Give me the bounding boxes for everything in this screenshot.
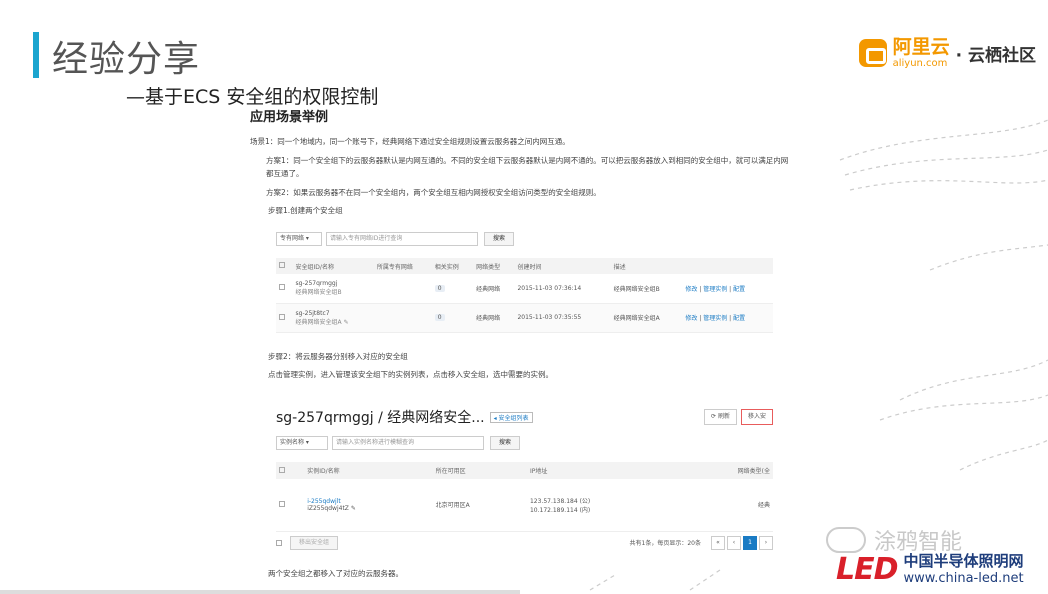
table-header-row: 安全组ID/名称 所属专有网络 相关实例 网络类型 创建时间 描述 [276,258,773,274]
col-header: IP地址 [526,462,683,479]
china-led-brand: LED 中国半导体照明网 www.china-led.net [836,552,1024,587]
pagination: « ‹ 1 › [709,535,773,550]
col-header: 网络类型 [473,258,515,274]
panel-title: sg-257qrmggj / 经典网络安全... [276,410,485,426]
logo-en: aliyun.com [892,57,948,69]
network-type-select[interactable]: 专有网络 ▾ [276,232,322,246]
edit-link[interactable]: 修改 [685,315,697,322]
section-title: 应用场景举例 [250,110,329,125]
brand-url: www.china-led.net [903,571,1024,586]
sg-id: sg-257qrmggj [295,280,338,288]
instance-id-link[interactable]: i-255qdwjlt [307,498,429,505]
next-page-button[interactable]: › [759,535,773,550]
security-group-table: 安全组ID/名称 所属专有网络 相关实例 网络类型 创建时间 描述 sg-257… [276,258,773,333]
search-button[interactable]: 搜索 [484,232,515,246]
col-header: 描述 [610,258,683,274]
back-to-list-button[interactable]: ◂ 安全组列表 [489,411,533,423]
created-time: 2015-11-03 07:36:14 [514,274,611,304]
select-all-checkbox[interactable] [279,262,285,268]
col-header: 实例ID/名称 [304,462,433,479]
aliyun-logo-icon [858,39,887,67]
instance-count: 0 [434,284,445,292]
description: 经典网络安全组A [610,303,683,333]
public-ip: 123.57.138.184 (公) [529,497,591,505]
instance-table: 实例ID/名称 所在可用区 IP地址 网络类型(全 i-255qdwjlt iZ2… [276,462,773,532]
content-area: 应用场景举例 场景1：同一个地域内，同一个账号下，经典网络下通过安全组规则设置云… [250,106,790,216]
description: 经典网络安全组B [610,274,683,304]
slide: 经验分享 —基于ECS 安全组的权限控制 阿里云 aliyun.com · 云栖… [0,0,1048,594]
led-logo: LED [836,552,899,587]
created-time: 2015-11-03 07:35:55 [514,303,611,333]
move-in-button[interactable]: 移入安 [740,409,773,425]
zone: 北京可用区A [432,479,527,532]
slide-subtitle: —基于ECS 安全组的权限控制 [126,86,379,108]
wechat-icon [826,527,866,553]
brand-cn: 中国半导体照明网 [903,552,1024,570]
aliyun-logo: 阿里云 aliyun.com · 云栖社区 [858,35,1036,70]
col-header: 创建时间 [514,258,611,274]
prev-page-button[interactable]: ‹ [727,535,741,550]
step1-text: 步骤1.创建两个安全组 [268,206,343,215]
security-group-list-panel: 专有网络 ▾ 请输入专有网络ID进行查询 搜索 安全组ID/名称 所属专有网络 … [276,230,773,336]
plan2-text: 方案2：如果云服务器不在同一个安全组内，两个安全组互相内网授权安全组访问类型的安… [266,188,601,197]
step2-text: 步骤2：将云服务器分别移入对应的安全组 [268,352,408,361]
instance-search-input[interactable]: 请输入实例名称进行模糊查询 [332,436,484,450]
network-type: 经典网络 [473,274,515,304]
configure-rules-link[interactable]: 配置 [733,286,745,293]
manage-instances-link[interactable]: 管理实例 [703,286,727,293]
step2-desc: 点击管理实例，进入管理该安全组下的实例列表，点击移入安全组，选中需要的实例。 [268,370,553,379]
col-header: 相关实例 [431,258,474,274]
page-1-button[interactable]: 1 [743,535,757,550]
configure-rules-link[interactable]: 配置 [733,315,745,322]
footer-checkbox[interactable] [276,539,282,546]
sg-name: 经典网络安全组B [295,289,342,297]
col-header: 所在可用区 [432,462,527,479]
remove-from-group-button[interactable]: 移出安全组 [290,535,339,550]
table-header-row: 实例ID/名称 所在可用区 IP地址 网络类型(全 [276,462,773,479]
row-checkbox[interactable] [279,313,285,320]
col-header: 所属专有网络 [373,258,432,274]
col-header: 网络类型(全 [682,462,773,479]
vpc-search-input[interactable]: 请输入专有网络ID进行查询 [326,232,478,246]
plan1-text: 方案1：同一个安全组下的云服务器默认是内网互通的。不同的安全组下云服务器默认是内… [266,156,789,178]
pencil-icon[interactable]: ✎ [344,319,349,326]
manage-instances-link[interactable]: 管理实例 [703,315,727,322]
select-all-checkbox[interactable] [279,466,285,473]
instance-filter-select[interactable]: 实例名称 ▾ [276,436,328,450]
instance-count: 0 [434,314,445,321]
logo-cn: 阿里云 [892,35,950,58]
col-header: 安全组ID/名称 [292,258,374,274]
sg-name: 经典网络安全组A ✎ [295,318,349,326]
search-button[interactable]: 搜索 [490,436,521,450]
pencil-icon[interactable]: ✎ [351,505,356,512]
pagination-info: 共有1条，每页显示：20条 [629,540,701,547]
title-accent-bar [33,32,39,78]
bottom-divider [0,590,520,594]
first-page-button[interactable]: « [711,535,725,550]
instance-name: iZ255qdwj4tZ ✎ [307,504,356,512]
instance-management-panel: sg-257qrmggj / 经典网络安全... ◂ 安全组列表 ⟳ 刷新 移入… [276,406,773,554]
edit-link[interactable]: 修改 [685,286,697,293]
network-type: 经典网络 [473,303,515,333]
table-row: sg-257qrmggj 经典网络安全组B 0 经典网络 2015-11-03 0… [276,274,773,304]
slide-title: 经验分享 [52,39,201,80]
sg-id: sg-25jt8tc7 [295,309,330,317]
table-row: sg-25jt8tc7 经典网络安全组A ✎ 0 经典网络 2015-11-03 … [276,303,773,333]
footer-cut-text: 两个安全组之都移入了对应的云服务器。 [268,569,403,578]
scene-text: 场景1：同一个地域内，同一个账号下，经典网络下通过安全组规则设置云服务器之间内网… [250,137,570,146]
row-checkbox[interactable] [279,500,285,507]
row-checkbox[interactable] [279,284,285,291]
table-row: i-255qdwjlt iZ255qdwj4tZ ✎ 北京可用区A 123.57.… [276,479,773,532]
logo-sub: · 云栖社区 [955,45,1036,66]
instance-network-type: 经典 [682,479,773,532]
private-ip: 10.172.189.114 (内) [529,506,591,514]
refresh-button[interactable]: ⟳ 刷新 [704,409,737,425]
